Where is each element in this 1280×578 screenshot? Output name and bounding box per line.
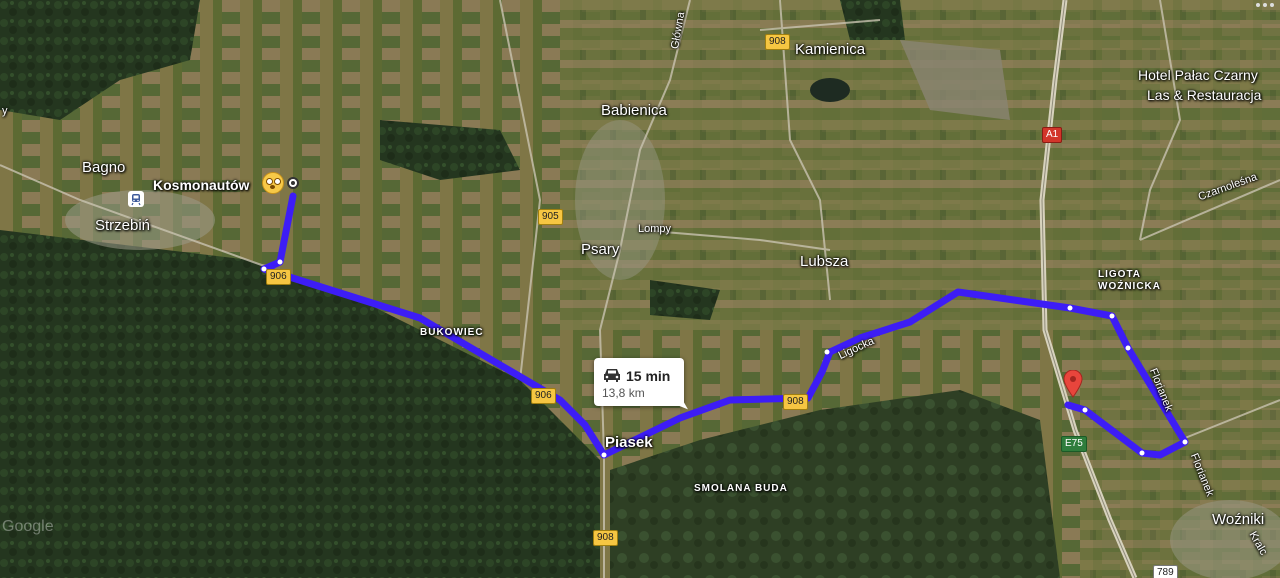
road-shield-908: 908 <box>783 394 808 410</box>
road-label-y-edge: y <box>2 105 8 117</box>
place-label-kamienica: Kamienica <box>795 41 866 58</box>
road-label-lompy: Lompy <box>638 223 672 235</box>
satellite-imagery <box>0 0 1280 578</box>
road-shield-908: 908 <box>765 34 790 50</box>
car-icon <box>604 369 620 382</box>
more-options-icon[interactable] <box>1254 0 1276 10</box>
road-shield-e75: E75 <box>1061 436 1087 452</box>
route-distance: 13,8 km <box>602 386 645 400</box>
road-shield-a1: A1 <box>1042 127 1063 143</box>
place-label-ligota-line2: WOŹNICKA <box>1098 281 1161 292</box>
place-label-strzebin: Strzebiń <box>95 217 151 234</box>
place-label-babienica: Babienica <box>601 102 667 119</box>
place-label-ligota-line1: LIGOTA <box>1098 269 1142 280</box>
place-label-kosmonautow[interactable]: Kosmonautów <box>153 178 249 192</box>
dizzy-face-emoji-icon <box>262 172 284 194</box>
place-label-lubsza: Lubsza <box>800 253 849 270</box>
place-label-hotel-line1[interactable]: Hotel Pałac Czarny <box>1138 68 1258 82</box>
google-attribution: Google <box>2 518 54 535</box>
place-label-psary: Psary <box>581 241 620 258</box>
road-shield-789: 789 <box>1153 565 1178 578</box>
road-shield-908: 908 <box>593 530 618 546</box>
place-label-piasek: Piasek <box>605 434 653 451</box>
map-view[interactable]: Kamienica Babienica Bagno Kosmonautów St… <box>0 0 1280 578</box>
place-label-hotel-line2[interactable]: Las & Restauracja <box>1147 88 1261 102</box>
train-station-icon[interactable] <box>128 191 144 207</box>
road-shield-906: 906 <box>531 388 556 404</box>
route-info-callout[interactable]: 15 min 13,8 km <box>594 358 684 406</box>
place-label-bukowiec: BUKOWIEC <box>420 327 484 338</box>
road-shield-906: 906 <box>266 269 291 285</box>
destination-pin-icon[interactable] <box>1063 370 1083 398</box>
route-origin-icon[interactable] <box>287 177 299 189</box>
place-label-wozniki: Woźniki <box>1212 511 1265 528</box>
route-duration: 15 min <box>626 368 671 384</box>
road-shield-905: 905 <box>538 209 563 225</box>
place-label-bagno: Bagno <box>82 159 126 176</box>
place-label-smolana-buda: SMOLANA BUDA <box>694 483 788 494</box>
